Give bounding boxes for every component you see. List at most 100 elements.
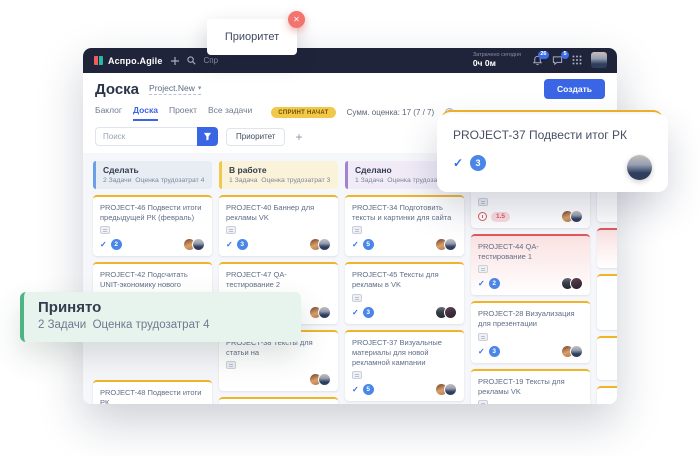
- brand: Аспро.Agile: [93, 55, 163, 66]
- chevron-down-icon: ▾: [198, 84, 202, 92]
- task-popup-card[interactable]: PROJECT-37 Подвести итог РК ✓ 3: [437, 114, 668, 192]
- notifications-button[interactable]: 26: [532, 55, 543, 66]
- user-avatar[interactable]: [591, 52, 607, 68]
- kanban-card[interactable]: [597, 228, 617, 268]
- card-footer-left: ✓5: [352, 239, 374, 250]
- assignee-avatar: [627, 155, 652, 180]
- close-icon[interactable]: ✕: [288, 11, 305, 28]
- kanban-card[interactable]: PROJECT-46 Подвести итоги предыдущей РК …: [93, 195, 212, 256]
- card-footer: ✓5: [352, 383, 457, 396]
- tab-all-tasks[interactable]: Все задачи: [208, 105, 252, 121]
- priority-tooltip: Приоритет ✕: [207, 19, 297, 55]
- description-icon: [226, 226, 236, 234]
- assignee-avatars: [309, 238, 331, 251]
- filter-button[interactable]: [197, 127, 218, 146]
- priority-filter-chip[interactable]: Приоритет: [226, 128, 285, 146]
- column-subtitle: 2 Задачи Оценка трудозатрат 4: [103, 177, 206, 184]
- task-popup-title: PROJECT-37 Подвести итог РК: [453, 128, 652, 142]
- card-title: PROJECT-40 Баннер для рекламы VK: [226, 203, 331, 223]
- card-title: PROJECT-37 Визуальные материалы для ново…: [352, 338, 457, 368]
- column-header: В работе1 Задача Оценка трудозатрат 3: [219, 161, 338, 189]
- nav-menu-partial[interactable]: Спр: [204, 56, 219, 65]
- card-title: PROJECT-48 Подвести итоги РК: [100, 388, 205, 404]
- card-title: PROJECT-47 QA-тестирование 2: [226, 270, 331, 290]
- estimate-badge: 3: [489, 346, 500, 357]
- estimate-badge: 3: [363, 307, 374, 318]
- messages-button[interactable]: 5: [552, 55, 563, 66]
- description-icon: [100, 226, 110, 234]
- estimate-badge: 5: [363, 384, 374, 395]
- check-icon: ✓: [352, 385, 359, 394]
- assignee-avatars: [561, 210, 583, 223]
- board-column: В работе1 Задача Оценка трудозатрат 3 PRO…: [219, 161, 338, 404]
- kanban-card[interactable]: PROJECT-44 QA-тестирование 1✓2: [471, 234, 590, 295]
- search-input[interactable]: [95, 127, 197, 146]
- card-footer: [226, 373, 331, 386]
- board-column: Сделано1 Задача Оценка трудозатратPROJEC…: [345, 161, 464, 404]
- card-title: PROJECT-46 Подвести итоги предыдущей РК …: [100, 203, 205, 223]
- kanban-card[interactable]: PROJECT-48 Подвести итоги РК✓2: [93, 380, 212, 404]
- column-title: В работе: [229, 165, 332, 175]
- top-navbar: Аспро.Agile Спр Затрачено сегодня 0ч 0м: [83, 48, 617, 73]
- assignee-avatars: [435, 306, 457, 319]
- kanban-card[interactable]: PROJECT-45 Тексты для рекламы в VK✓3: [345, 262, 464, 323]
- column-header: Сделать2 Задачи Оценка трудозатрат 4: [93, 161, 212, 189]
- assignee-avatars: [309, 306, 331, 319]
- kanban-card[interactable]: PROJECT-37 Визуальные материалы для ново…: [345, 330, 464, 401]
- tab-backlog[interactable]: Баклог: [95, 105, 122, 121]
- description-icon: [478, 265, 488, 273]
- tab-project[interactable]: Проект: [169, 105, 197, 121]
- assignee-avatars: [183, 238, 205, 251]
- search-icon[interactable]: [187, 56, 196, 65]
- accepted-column-overlay: Принято 2 Задачи Оценка трудозатрат 4: [20, 292, 301, 342]
- estimate-badge: 2: [489, 278, 500, 289]
- kanban-card[interactable]: PROJECT-34 Подготовить тексты и картинки…: [345, 195, 464, 256]
- board-column: Сделать2 Задачи Оценка трудозатрат 4 PROJ…: [93, 161, 212, 404]
- check-icon: ✓: [453, 156, 463, 170]
- card-footer: ✓2: [100, 238, 205, 251]
- card-title: PROJECT-44 QA-тестирование 1: [478, 242, 583, 262]
- card-footer: ✓5: [352, 238, 457, 251]
- alarm-icon: [478, 212, 487, 221]
- add-filter-button[interactable]: +: [293, 131, 304, 143]
- avatar: [318, 373, 331, 386]
- kanban-card[interactable]: PROJECT-40 Баннер для рекламы VK✓3: [219, 195, 338, 256]
- avatar: [318, 238, 331, 251]
- funnel-icon: [203, 132, 212, 141]
- kanban-card[interactable]: [597, 274, 617, 330]
- card-footer-left: ✓3: [478, 346, 500, 357]
- app-window: Аспро.Agile Спр Затрачено сегодня 0ч 0м: [83, 48, 617, 404]
- card-footer-left: ✓5: [352, 384, 374, 395]
- check-icon: ✓: [100, 240, 107, 249]
- card-title: PROJECT-34 Подготовить тексты и картинки…: [352, 203, 457, 223]
- brand-name: Аспро.Agile: [108, 56, 163, 66]
- avatar: [444, 238, 457, 251]
- avatar: [318, 306, 331, 319]
- avatar: [570, 210, 583, 223]
- assignee-avatars: [435, 238, 457, 251]
- apps-grid-icon[interactable]: [572, 55, 582, 65]
- kanban-card[interactable]: PROJECT-19 Тексты для рекламы VK✓5: [471, 369, 590, 405]
- description-icon: [478, 333, 488, 341]
- assignee-avatars: [561, 277, 583, 290]
- avatar: [444, 383, 457, 396]
- description-icon: [352, 226, 362, 234]
- description-icon: [352, 371, 362, 379]
- description-icon: [478, 198, 488, 206]
- estimate-badge: 5: [363, 239, 374, 250]
- tab-board[interactable]: Доска: [133, 105, 158, 121]
- kanban-card[interactable]: PROJECT-28 Визуализация для презентации✓…: [471, 301, 590, 362]
- assignee-avatars: [561, 345, 583, 358]
- avatar: [570, 345, 583, 358]
- estimate-badge: 2: [111, 239, 122, 250]
- score-label: Сумм. оценка: 17 (7 / 7): [347, 108, 435, 117]
- page-title: Доска: [95, 81, 139, 98]
- kanban-card[interactable]: [597, 336, 617, 380]
- description-icon: [352, 294, 362, 302]
- messages-badge: 5: [561, 51, 569, 60]
- kanban-card[interactable]: [597, 386, 617, 404]
- kanban-card[interactable]: теории✓3: [219, 397, 338, 404]
- create-button[interactable]: Создать: [544, 79, 605, 99]
- project-selector[interactable]: Project.New ▾: [149, 83, 201, 95]
- add-icon[interactable]: [171, 57, 179, 65]
